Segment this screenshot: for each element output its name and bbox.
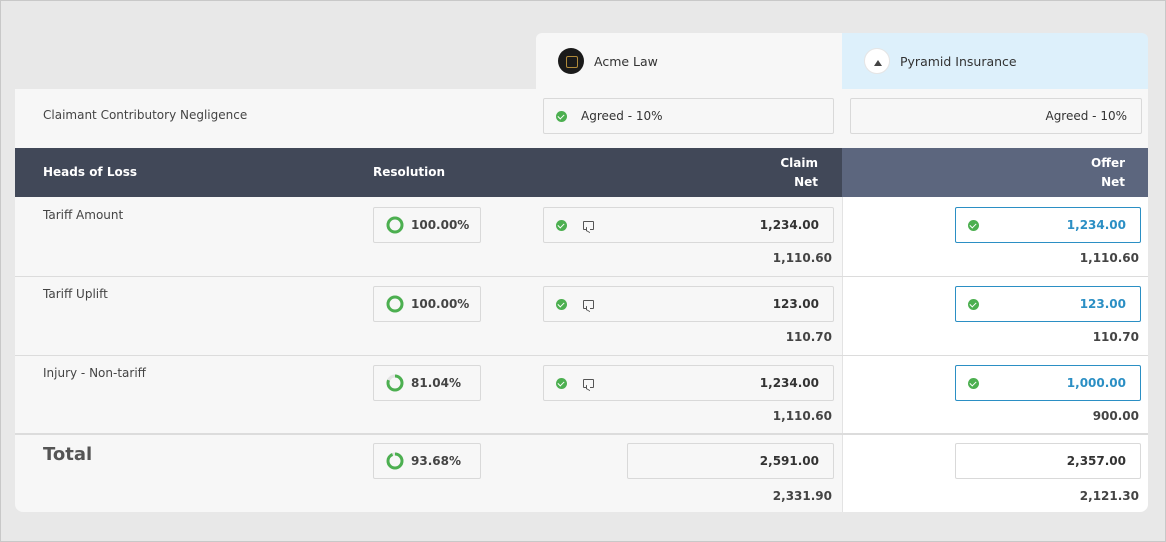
resolution-percent: 81.04% [411,376,461,390]
claim-amount-field[interactable]: 1,234.00 [543,365,834,401]
claim-amount-value: 1,234.00 [759,218,819,232]
offer-amount-value: 1,234.00 [1066,218,1126,232]
row-label-tariff-uplift: Tariff Uplift [43,287,108,301]
progress-ring-icon [386,452,404,470]
comment-icon[interactable] [583,378,594,388]
offer-net-value: 1,110.60 [1079,251,1139,265]
total-claim-field: 2,591.00 [627,443,834,479]
header-claim: Claim [780,156,818,170]
progress-ring-icon [386,374,404,392]
agreed-check-icon [968,377,979,389]
progress-ring-icon [386,216,404,234]
party-tab-acme-law: Acme Law [536,33,842,89]
claim-amount-value: 1,234.00 [759,376,819,390]
claim-net-value: 110.70 [785,330,832,344]
resolution-percent: 93.68% [411,454,461,468]
party-name: Acme Law [594,53,658,69]
resolution-percent: 100.00% [411,218,470,232]
total-offer-net-value: 2,121.30 [1079,489,1139,503]
total-offer-field: 2,357.00 [955,443,1141,479]
resolution-indicator: 100.00% [373,207,481,243]
row-label-injury-non-tariff: Injury - Non-tariff [43,366,146,380]
total-resolution-indicator: 93.68% [373,443,481,479]
total-claim-net-value: 2,331.90 [772,489,832,503]
claim-amount-field[interactable]: 123.00 [543,286,834,322]
header-heads-of-loss: Heads of Loss [43,165,138,179]
resolution-indicator: 100.00% [373,286,481,322]
pyramid-logo-icon [864,48,890,74]
agreed-check-icon [556,110,567,122]
total-separator [15,433,1148,435]
total-offer-value: 2,357.00 [1066,454,1126,468]
party-tab-pyramid-insurance: Pyramid Insurance [842,33,1148,89]
header-offer: Offer [1091,156,1125,170]
agreed-check-icon [556,219,567,231]
negligence-claim-field[interactable]: Agreed - 10% [543,98,834,134]
row-label-tariff-amount: Tariff Amount [43,208,124,222]
row-separator [15,276,1148,277]
header-resolution: Resolution [373,165,446,179]
agreed-check-icon [556,377,567,389]
offer-amount-input[interactable]: 1,000.00 [955,365,1141,401]
total-claim-value: 2,591.00 [759,454,819,468]
offer-net-value: 900.00 [1092,409,1139,423]
header-offer-net: Net [1101,175,1125,189]
comment-icon[interactable] [583,220,594,230]
total-label: Total [43,444,93,465]
agreed-check-icon [968,298,979,310]
header-claim-net: Net [794,175,818,189]
claim-net-value: 1,110.60 [772,409,832,423]
claim-amount-field[interactable]: 1,234.00 [543,207,834,243]
agreed-check-icon [556,298,567,310]
comment-icon[interactable] [583,299,594,309]
claim-amount-value: 123.00 [772,297,819,311]
offer-amount-input[interactable]: 1,234.00 [955,207,1141,243]
negligence-label: Claimant Contributory Negligence [43,108,248,122]
row-separator [15,355,1148,356]
negligence-offer-field[interactable]: Agreed - 10% [850,98,1142,134]
agreed-check-icon [968,219,979,231]
offer-amount-value: 123.00 [1079,297,1126,311]
offer-net-value: 110.70 [1092,330,1139,344]
scales-logo-icon [558,48,584,74]
offer-amount-input[interactable]: 123.00 [955,286,1141,322]
claim-net-value: 1,110.60 [772,251,832,265]
progress-ring-icon [386,295,404,313]
negligence-offer-value: Agreed - 10% [1045,109,1127,123]
resolution-indicator: 81.04% [373,365,481,401]
negligence-claim-value: Agreed - 10% [581,109,663,123]
offer-amount-value: 1,000.00 [1066,376,1126,390]
party-name: Pyramid Insurance [900,53,1017,69]
resolution-percent: 100.00% [411,297,470,311]
